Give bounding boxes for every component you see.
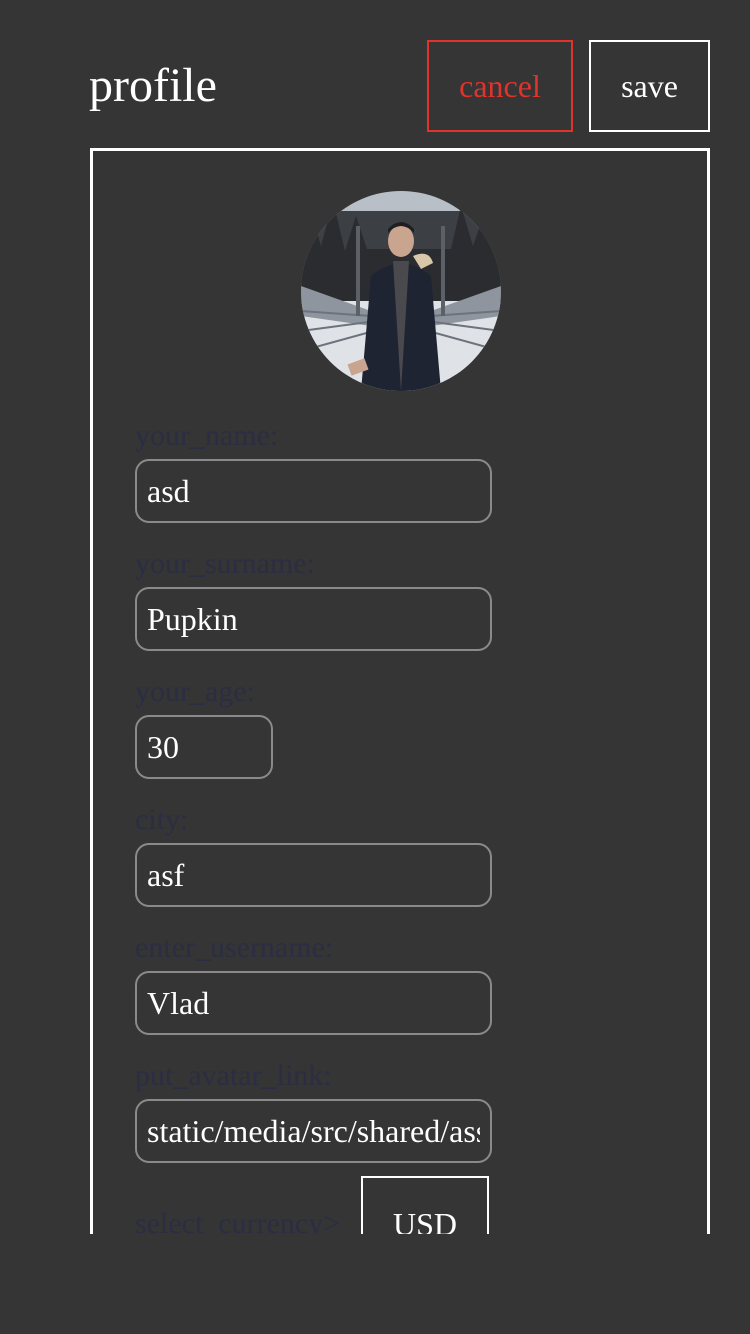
cancel-button[interactable]: cancel [427, 40, 573, 132]
name-label: your_name: [135, 419, 279, 452]
surname-label: your_surname: [135, 547, 315, 580]
page-title: profile [89, 59, 217, 112]
currency-label: select_currency> [135, 1207, 341, 1234]
surname-input[interactable] [135, 587, 492, 651]
age-label: your_age: [135, 675, 255, 708]
name-input[interactable] [135, 459, 492, 523]
currency-select[interactable]: USD [361, 1176, 489, 1234]
age-input[interactable] [135, 715, 273, 779]
avatar [301, 191, 501, 391]
avatar-link-input[interactable] [135, 1099, 492, 1163]
city-input[interactable] [135, 843, 492, 907]
profile-card: your_name: your_surname: your_age: city:… [90, 148, 710, 1234]
save-button[interactable]: save [589, 40, 710, 132]
city-label: city: [135, 803, 189, 836]
avatar-photo-icon [301, 191, 501, 391]
avatar-link-label: put_avatar_link: [135, 1059, 332, 1092]
username-input[interactable] [135, 971, 492, 1035]
username-label: enter_username: [135, 931, 334, 964]
